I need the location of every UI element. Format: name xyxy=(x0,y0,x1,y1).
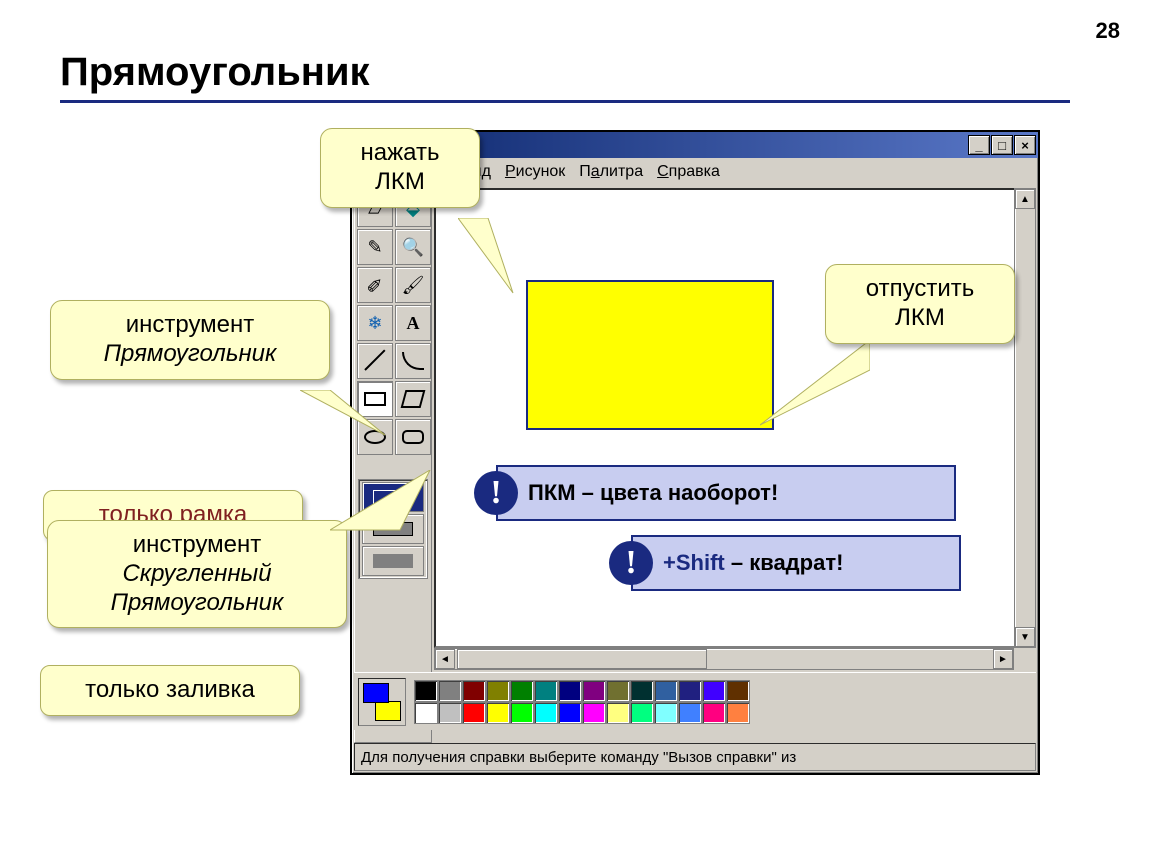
color-swatch[interactable] xyxy=(486,702,510,724)
scroll-right-button[interactable]: ► xyxy=(993,649,1013,669)
color-swatch[interactable] xyxy=(702,680,726,702)
current-colors[interactable] xyxy=(358,678,406,726)
color-swatch[interactable] xyxy=(510,680,534,702)
color-swatch[interactable] xyxy=(414,702,438,724)
color-swatch[interactable] xyxy=(630,680,654,702)
tool-line[interactable] xyxy=(357,343,393,379)
tool-polygon[interactable] xyxy=(395,381,431,417)
color-swatch[interactable] xyxy=(678,680,702,702)
line-icon xyxy=(363,349,387,373)
foreground-color xyxy=(363,683,389,703)
color-palette xyxy=(354,672,1036,730)
exclamation-icon: ! xyxy=(609,541,653,585)
callout-rounded-l1: инструмент xyxy=(133,531,262,558)
note-rmb-text: ПКМ – цвета наоборот! xyxy=(528,480,778,506)
menu-help[interactable]: Справка xyxy=(657,163,720,181)
palette-swatches xyxy=(414,680,750,724)
statusbar: Для получения справки выберите команду "… xyxy=(354,743,1036,771)
color-swatch[interactable] xyxy=(606,702,630,724)
color-swatch[interactable] xyxy=(534,680,558,702)
color-swatch[interactable] xyxy=(630,702,654,724)
paint-window: - Paint _ □ × Вид Рисунок Палитра Справк… xyxy=(350,130,1040,775)
color-swatch[interactable] xyxy=(702,702,726,724)
callout-release-lmb: отпустить ЛКМ xyxy=(825,264,1015,344)
color-swatch[interactable] xyxy=(726,702,750,724)
vertical-scrollbar[interactable]: ▲ ▼ xyxy=(1014,188,1036,648)
color-swatch[interactable] xyxy=(438,702,462,724)
callout-rounded-l3: Прямоугольник xyxy=(111,589,284,616)
pencil-icon: ✏ xyxy=(360,270,390,300)
minimize-button[interactable]: _ xyxy=(968,135,990,155)
tool-zoom[interactable]: 🔍 xyxy=(395,229,431,265)
color-swatch[interactable] xyxy=(462,702,486,724)
slide-number: 28 xyxy=(1096,18,1120,44)
fill-icon xyxy=(373,554,413,568)
callout-tool-l1: инструмент xyxy=(126,311,255,338)
dropper-icon: ✎ xyxy=(367,237,382,258)
scroll-thumb[interactable] xyxy=(457,649,707,669)
color-swatch[interactable] xyxy=(582,702,606,724)
tool-spray[interactable]: ❄ xyxy=(357,305,393,341)
callout-release-tail xyxy=(760,340,870,430)
callout-rounded-tail xyxy=(330,470,440,540)
exclamation-icon: ! xyxy=(474,471,518,515)
horizontal-scrollbar[interactable]: ◄ ► xyxy=(434,648,1014,670)
tool-pencil[interactable]: ✏ xyxy=(357,267,393,303)
color-swatch[interactable] xyxy=(726,680,750,702)
scroll-up-button[interactable]: ▲ xyxy=(1015,189,1035,209)
title-underline xyxy=(60,100,1070,103)
color-swatch[interactable] xyxy=(462,680,486,702)
callout-tool-rectangle: инструмент Прямоугольник xyxy=(50,300,330,380)
callout-tool-l2: Прямоугольник xyxy=(104,340,277,367)
toolbox: ▱ ⬙ ✎ 🔍 ✏ 🖌 ❄ A xyxy=(354,188,432,743)
color-swatch[interactable] xyxy=(438,680,462,702)
color-swatch[interactable] xyxy=(510,702,534,724)
text-icon: A xyxy=(407,313,420,334)
scroll-down-button[interactable]: ▼ xyxy=(1015,627,1035,647)
brush-icon: 🖌 xyxy=(402,275,425,296)
callout-rounded-rectangle: инструмент Скругленный Прямоугольник xyxy=(47,520,347,628)
color-swatch[interactable] xyxy=(654,680,678,702)
maximize-button[interactable]: □ xyxy=(991,135,1013,155)
color-swatch[interactable] xyxy=(558,680,582,702)
color-swatch[interactable] xyxy=(606,680,630,702)
option-fill-only[interactable] xyxy=(362,546,424,576)
color-swatch[interactable] xyxy=(558,702,582,724)
scroll-left-button[interactable]: ◄ xyxy=(435,649,455,669)
tool-brush[interactable]: 🖌 xyxy=(395,267,431,303)
menu-palette[interactable]: Палитра xyxy=(579,163,643,181)
callout-press-lmb: нажать ЛКМ xyxy=(320,128,480,208)
tool-rounded-rectangle[interactable] xyxy=(395,419,431,455)
note-shift-text: +Shift – квадрат! xyxy=(663,550,843,576)
color-swatch[interactable] xyxy=(534,702,558,724)
close-button[interactable]: × xyxy=(1014,135,1036,155)
callout-press-tail xyxy=(458,218,528,298)
callout-fill-only: только заливка xyxy=(40,665,300,716)
tool-curve[interactable] xyxy=(395,343,431,379)
callout-rounded-l2: Скругленный xyxy=(122,560,271,587)
spray-icon: ❄ xyxy=(367,313,382,334)
page-title: Прямоугольник xyxy=(60,50,370,95)
curve-icon xyxy=(402,352,424,370)
callout-tool-tail xyxy=(300,390,390,440)
menu-picture[interactable]: Рисунок xyxy=(505,163,565,181)
note-shift-square: ! +Shift – квадрат! xyxy=(631,535,961,591)
drawn-rectangle xyxy=(526,280,774,430)
polygon-icon xyxy=(401,390,426,408)
color-swatch[interactable] xyxy=(414,680,438,702)
rounded-rectangle-icon xyxy=(402,430,424,444)
color-swatch[interactable] xyxy=(678,702,702,724)
magnifier-icon: 🔍 xyxy=(402,237,424,258)
note-rmb-colors: ! ПКМ – цвета наоборот! xyxy=(496,465,956,521)
color-swatch[interactable] xyxy=(654,702,678,724)
background-color xyxy=(375,701,401,721)
tool-picker[interactable]: ✎ xyxy=(357,229,393,265)
tool-text[interactable]: A xyxy=(395,305,431,341)
color-swatch[interactable] xyxy=(486,680,510,702)
color-swatch[interactable] xyxy=(582,680,606,702)
